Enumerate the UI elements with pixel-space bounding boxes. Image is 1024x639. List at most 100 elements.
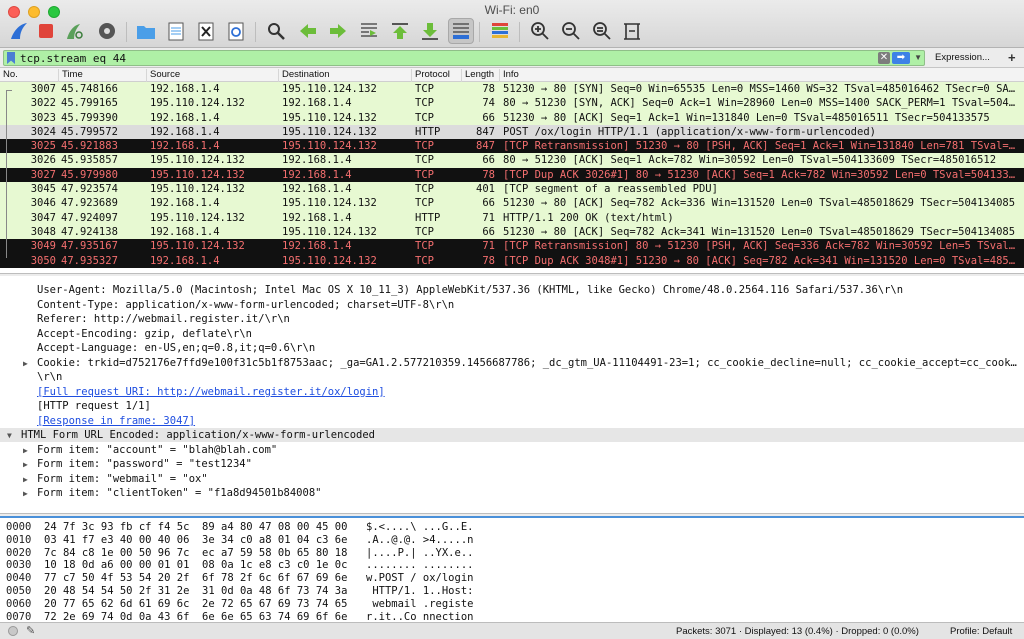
hex-offset[interactable]: 0010 — [6, 534, 31, 546]
expression-button[interactable]: Expression... — [935, 52, 990, 63]
hex-ascii[interactable]: ........ ........ — [366, 559, 473, 571]
open-folder-icon[interactable] — [133, 18, 159, 44]
detail-line[interactable]: Accept-Encoding: gzip, deflate\r\n — [37, 328, 252, 342]
packet-bytes-pane[interactable]: 0000 24 7f 3c 93 fb cf f4 5c 89 a4 80 47 … — [0, 516, 1024, 622]
detail-line[interactable]: User-Agent: Mozilla/5.0 (Macintosh; Inte… — [37, 284, 903, 298]
detail-line[interactable]: HTML Form URL Encoded: application/x-www… — [21, 429, 375, 443]
table-row[interactable]: 3023 45.799390 192.168.1.4 195.110.124.132 T… — [0, 110, 1024, 125]
detail-line[interactable]: Referer: http://webmail.register.it/\r\n — [37, 313, 290, 327]
table-row[interactable]: 3025 45.921883 192.168.1.4 195.110.124.132 T… — [0, 139, 1024, 154]
table-row[interactable]: 3049 47.935167 195.110.124.132 192.168.1.4 T… — [0, 239, 1024, 254]
resize-columns-icon[interactable] — [619, 18, 645, 44]
hex-bytes[interactable]: 77 c7 50 4f 53 54 20 2f 6f 78 2f 6c 6f 6… — [44, 572, 347, 584]
hex-ascii[interactable]: w.POST / ox/login — [366, 572, 473, 584]
hex-bytes[interactable]: 7c 84 c8 1e 00 50 96 7c ec a7 59 58 0b 6… — [44, 547, 347, 559]
go-forward-icon[interactable] — [325, 18, 351, 44]
hex-bytes[interactable]: 20 77 65 62 6d 61 69 6c 2e 72 65 67 69 7… — [44, 598, 347, 610]
column-header-source[interactable]: Source — [146, 69, 180, 82]
table-row[interactable]: 3045 47.923574 195.110.124.132 192.168.1.4 T… — [0, 182, 1024, 197]
table-row[interactable]: 3007 45.748166 192.168.1.4 195.110.124.132 T… — [0, 82, 1024, 97]
detail-line[interactable]: Form item: "webmail" = "ox" — [37, 473, 208, 487]
capture-options-icon[interactable] — [94, 18, 120, 44]
filter-text[interactable]: tcp.stream eq 44 — [20, 52, 126, 65]
table-row[interactable]: 3046 47.923689 192.168.1.4 195.110.124.132 T… — [0, 196, 1024, 211]
go-last-icon[interactable] — [417, 18, 443, 44]
reload-file-icon[interactable] — [223, 18, 249, 44]
table-row[interactable]: 3027 45.979980 195.110.124.132 192.168.1.4 T… — [0, 167, 1024, 183]
table-row[interactable]: 3047 47.924097 195.110.124.132 192.168.1.4 H… — [0, 210, 1024, 225]
hex-ascii[interactable]: r.it..Co nnection — [366, 611, 473, 622]
detail-link[interactable]: [Response in frame: 3047] — [37, 415, 195, 429]
hex-ascii[interactable]: $.<....\ ...G..E. — [366, 521, 473, 533]
save-file-icon[interactable] — [163, 18, 189, 44]
column-header-no[interactable]: No. — [0, 69, 18, 82]
detail-line[interactable]: Form item: "clientToken" = "f1a8d94501b8… — [37, 487, 321, 501]
go-to-packet-icon[interactable] — [356, 18, 382, 44]
detail-line[interactable]: Form item: "password" = "test1234" — [37, 458, 252, 472]
zoom-out-icon[interactable] — [558, 18, 584, 44]
capture-comment-icon[interactable]: ✎ — [26, 624, 35, 637]
hex-offset[interactable]: 0040 — [6, 572, 31, 584]
collapsed-arrow-icon[interactable]: ▶ — [23, 489, 28, 498]
column-header-length[interactable]: Length — [461, 69, 494, 82]
table-row[interactable]: 3050 47.935327 192.168.1.4 195.110.124.132 T… — [0, 253, 1024, 268]
hex-offset[interactable]: 0000 — [6, 521, 31, 533]
collapsed-arrow-icon[interactable]: ▶ — [23, 446, 28, 455]
table-row[interactable]: 3048 47.924138 192.168.1.4 195.110.124.132 T… — [0, 224, 1024, 240]
hex-ascii[interactable]: HTTP/1. 1..Host: — [366, 585, 473, 597]
table-row[interactable]: 3026 45.935857 195.110.124.132 192.168.1.4 T… — [0, 153, 1024, 168]
go-back-icon[interactable] — [295, 18, 321, 44]
colorize-icon[interactable] — [487, 18, 513, 44]
detail-link[interactable]: [Full request URI: http://webmail.regist… — [37, 386, 385, 400]
hex-offset[interactable]: 0060 — [6, 598, 31, 610]
hex-ascii[interactable]: webmail .registe — [366, 598, 473, 610]
display-filter-input[interactable]: tcp.stream eq 44 ✕ ➡ ▼ — [3, 50, 925, 66]
hex-offset[interactable]: 0050 — [6, 585, 31, 597]
hex-offset[interactable]: 0030 — [6, 559, 31, 571]
apply-filter-button[interactable]: ➡ — [892, 52, 910, 64]
hex-ascii[interactable]: .A..@.@. >4.....n — [366, 534, 473, 546]
autoscroll-icon[interactable] — [448, 18, 474, 44]
shark-fin-start-icon[interactable] — [6, 18, 32, 44]
hex-bytes[interactable]: 72 2e 69 74 0d 0a 43 6f 6e 6e 65 63 74 6… — [44, 611, 347, 622]
hex-offset[interactable]: 0070 — [6, 611, 31, 622]
zoom-in-icon[interactable] — [527, 18, 553, 44]
close-file-icon[interactable] — [193, 18, 219, 44]
expanded-arrow-icon[interactable]: ▼ — [7, 431, 12, 440]
zoom-normal-icon[interactable] — [589, 18, 615, 44]
column-header-protocol[interactable]: Protocol — [411, 69, 450, 82]
hex-bytes[interactable]: 20 48 54 54 50 2f 31 2e 31 0d 0a 48 6f 7… — [44, 585, 347, 597]
collapsed-arrow-icon[interactable]: ▶ — [23, 359, 28, 368]
collapsed-arrow-icon[interactable]: ▶ — [23, 475, 28, 484]
column-header-time[interactable]: Time — [58, 69, 83, 82]
packet-details-pane[interactable]: User-Agent: Mozilla/5.0 (Macintosh; Inte… — [0, 276, 1024, 514]
go-first-icon[interactable] — [387, 18, 413, 44]
filter-history-dropdown-icon[interactable]: ▼ — [914, 53, 922, 62]
column-header-destination[interactable]: Destination — [278, 69, 330, 82]
detail-line[interactable]: [HTTP request 1/1] — [37, 400, 151, 414]
packet-list[interactable]: No. Time Source Destination Protocol Len… — [0, 68, 1024, 274]
profile-selector[interactable]: Profile: Default — [950, 626, 1012, 637]
hex-ascii[interactable]: |....P.| ..YX.e.. — [366, 547, 473, 559]
column-header-info[interactable]: Info — [499, 69, 519, 82]
cell-source: 195.110.124.132 — [150, 240, 245, 253]
detail-line[interactable]: Content-Type: application/x-www-form-url… — [37, 299, 454, 313]
table-row[interactable]: 3022 45.799165 195.110.124.132 192.168.1.4 T… — [0, 96, 1024, 111]
hex-bytes[interactable]: 24 7f 3c 93 fb cf f4 5c 89 a4 80 47 08 0… — [44, 521, 347, 533]
add-filter-button[interactable]: + — [1008, 50, 1016, 65]
find-packet-icon[interactable] — [263, 18, 289, 44]
hex-offset[interactable]: 0020 — [6, 547, 31, 559]
detail-line[interactable]: Accept-Language: en-US,en;q=0.8,it;q=0.6… — [37, 342, 315, 356]
filter-bookmark-icon[interactable] — [7, 52, 15, 64]
hex-bytes[interactable]: 10 18 0d a6 00 00 01 01 08 0a 1c e8 c3 c… — [44, 559, 347, 571]
clear-filter-button[interactable]: ✕ — [878, 52, 890, 64]
restart-capture-icon[interactable] — [61, 18, 87, 44]
detail-line[interactable]: \r\n — [37, 371, 62, 385]
expert-info-icon[interactable] — [8, 626, 18, 636]
table-row[interactable]: 3024 45.799572 192.168.1.4 195.110.124.132 H… — [0, 124, 1024, 140]
detail-line[interactable]: Form item: "account" = "blah@blah.com" — [37, 444, 277, 458]
collapsed-arrow-icon[interactable]: ▶ — [23, 460, 28, 469]
hex-bytes[interactable]: 03 41 f7 e3 40 00 40 06 3e 34 c0 a8 01 0… — [44, 534, 347, 546]
detail-line[interactable]: Cookie: trkid=d752176e7ffd9e100f31c5b1f8… — [37, 357, 1017, 371]
stop-capture-icon[interactable] — [33, 18, 59, 44]
